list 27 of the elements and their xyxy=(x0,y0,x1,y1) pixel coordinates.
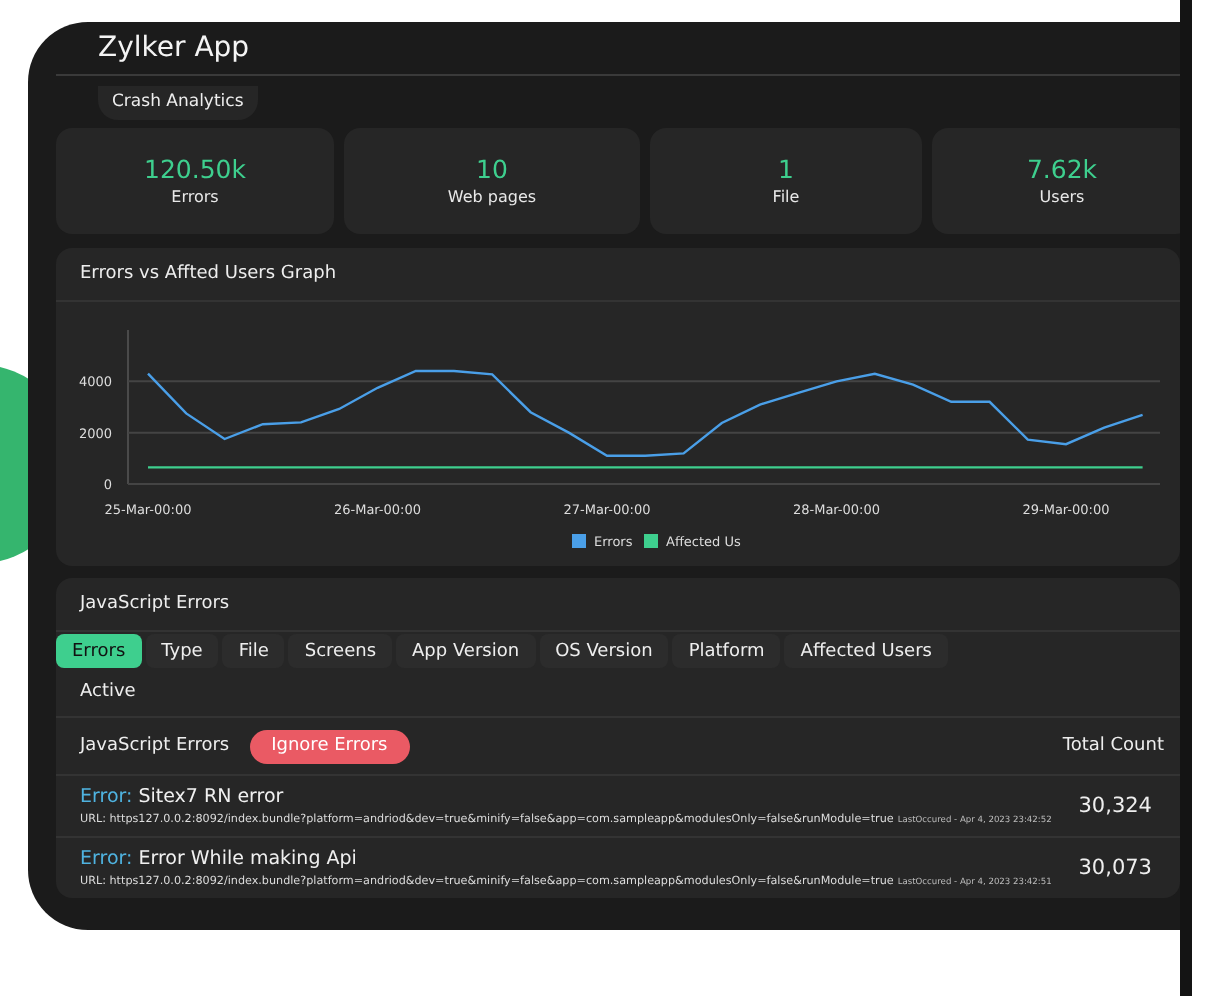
stat-label: Web pages xyxy=(447,186,537,208)
stat-label: Users xyxy=(1039,186,1085,208)
stat-label: Errors xyxy=(171,186,219,208)
filter-tab[interactable]: Affected Users xyxy=(784,634,948,668)
filter-tab[interactable]: Errors xyxy=(56,634,142,668)
stat-label: File xyxy=(772,186,800,208)
card-title: JavaScript Errors xyxy=(56,578,1180,632)
filter-tab[interactable]: Type xyxy=(145,634,219,668)
filter-tab[interactable]: Screens xyxy=(288,634,393,668)
stat-value: 7.62k xyxy=(1026,154,1098,186)
section-tab[interactable]: Crash Analytics xyxy=(98,86,258,120)
column-heading: Total Count xyxy=(1062,736,1164,756)
filter-tab[interactable]: Platform xyxy=(672,634,781,668)
stat-value: 120.50k xyxy=(144,154,246,186)
error-title[interactable]: Error: Sitex7 RN error xyxy=(80,785,1063,809)
stat-value: 10 xyxy=(476,154,508,186)
error-title[interactable]: Error: Error While making Api xyxy=(80,847,1063,871)
card-title: Errors vs Affted Users Graph xyxy=(56,248,1180,302)
stat-value: 1 xyxy=(778,154,794,186)
error-count: 30,324 xyxy=(1076,794,1152,818)
filter-tab[interactable]: OS Version xyxy=(539,634,669,668)
window-title: Zylker App xyxy=(56,22,1180,76)
filter-tab[interactable]: App Version xyxy=(396,634,536,668)
status-filter-label: Active xyxy=(56,668,1180,718)
error-count: 30,073 xyxy=(1076,856,1152,880)
filter-tab[interactable]: File xyxy=(222,634,285,668)
column-heading: JavaScript Errors xyxy=(80,736,230,756)
